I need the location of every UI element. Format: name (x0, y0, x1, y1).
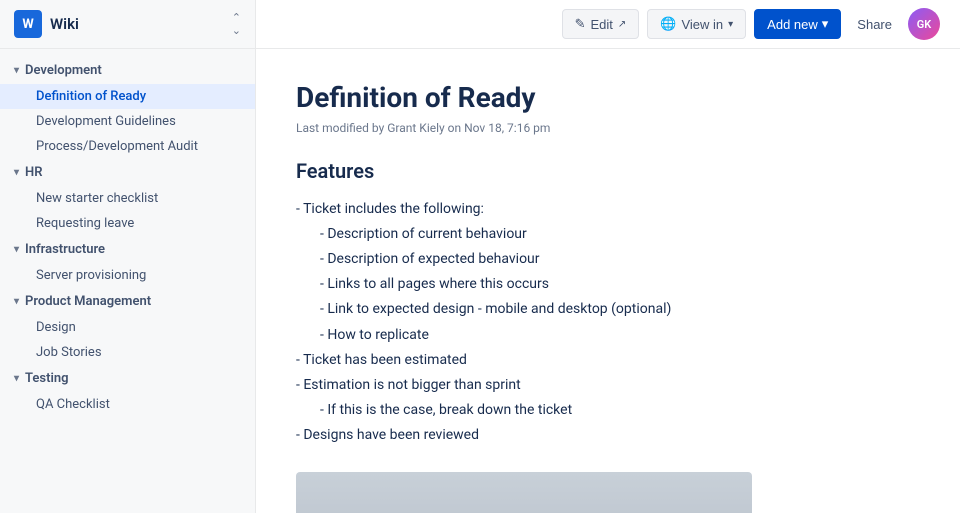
nav-group-hr: ▾ HR New starter checklist Requesting le… (0, 159, 255, 236)
sidebar-item-job-stories[interactable]: Job Stories (0, 340, 255, 365)
chevron-down-icon: ▾ (14, 244, 19, 255)
image-placeholder (296, 472, 752, 513)
share-button[interactable]: Share (849, 11, 900, 38)
nav-group-label-testing: Testing (25, 371, 68, 386)
features-heading: Features (296, 159, 920, 183)
list-item: - Link to expected design - mobile and d… (296, 297, 920, 322)
nav-group-infrastructure: ▾ Infrastructure Server provisioning (0, 236, 255, 288)
nav-group-testing: ▾ Testing QA Checklist (0, 365, 255, 417)
list-item: - Ticket has been estimated (296, 348, 920, 373)
sidebar-item-requesting-leave[interactable]: Requesting leave (0, 211, 255, 236)
chevron-down-icon: ▾ (14, 65, 19, 76)
nav-group-development: ▾ Development Definition of Ready Develo… (0, 57, 255, 159)
chevron-down-icon: ▾ (822, 16, 829, 32)
sidebar-item-server-provisioning[interactable]: Server provisioning (0, 263, 255, 288)
view-in-button[interactable]: 🌐 View in ▾ (647, 9, 746, 39)
list-item: - Description of expected behaviour (296, 247, 920, 272)
chevron-down-icon: ▾ (728, 19, 733, 30)
avatar-image: GK (908, 8, 940, 40)
sidebar: W Wiki ⌃⌄ ▾ Development Definition of Re… (0, 0, 256, 513)
edit-icon: ✎ (575, 16, 586, 32)
globe-icon: 🌐 (660, 16, 676, 32)
chevron-down-icon: ▾ (14, 373, 19, 384)
nav-group-header-infrastructure[interactable]: ▾ Infrastructure (0, 236, 255, 263)
sidebar-item-qa-checklist[interactable]: QA Checklist (0, 392, 255, 417)
nav-group-header-hr[interactable]: ▾ HR (0, 159, 255, 186)
sidebar-logo: W (14, 10, 42, 38)
nav-group-header-product-management[interactable]: ▾ Product Management (0, 288, 255, 315)
page-title: Definition of Ready (296, 81, 920, 115)
nav-group-label-development: Development (25, 63, 102, 78)
edit-button[interactable]: ✎ Edit ↗ (562, 9, 640, 39)
list-item: - Description of current behaviour (296, 222, 920, 247)
nav-group-product-management: ▾ Product Management Design Job Stories (0, 288, 255, 365)
nav-group-header-testing[interactable]: ▾ Testing (0, 365, 255, 392)
list-item: - Ticket includes the following: (296, 197, 920, 222)
sidebar-item-development-guidelines[interactable]: Development Guidelines (0, 109, 255, 134)
nav-group-label-hr: HR (25, 165, 42, 180)
sidebar-header: W Wiki ⌃⌄ (0, 0, 255, 49)
nav-group-label-infrastructure: Infrastructure (25, 242, 105, 257)
sidebar-item-design[interactable]: Design (0, 315, 255, 340)
sidebar-item-definition-of-ready[interactable]: Definition of Ready (0, 84, 255, 109)
list-item: - Designs have been reviewed (296, 423, 920, 448)
sidebar-title: Wiki (50, 15, 79, 33)
list-item: - How to replicate (296, 323, 920, 348)
nav-group-header-development[interactable]: ▾ Development (0, 57, 255, 84)
add-new-button[interactable]: Add new ▾ (754, 9, 841, 39)
sidebar-nav: ▾ Development Definition of Ready Develo… (0, 49, 255, 425)
main-content-area: ✎ Edit ↗ 🌐 View in ▾ Add new ▾ Share GK … (256, 0, 960, 513)
external-link-icon: ↗ (618, 19, 626, 30)
list-item: - Estimation is not bigger than sprint (296, 373, 920, 398)
sidebar-logo-area: W Wiki (14, 10, 79, 38)
top-toolbar: ✎ Edit ↗ 🌐 View in ▾ Add new ▾ Share GK (256, 0, 960, 49)
sidebar-collapse-icon[interactable]: ⌃⌄ (232, 11, 241, 37)
nav-group-label-product-management: Product Management (25, 294, 151, 309)
sidebar-item-process-development-audit[interactable]: Process/Development Audit (0, 134, 255, 159)
avatar[interactable]: GK (908, 8, 940, 40)
chevron-down-icon: ▾ (14, 296, 19, 307)
list-item: - Links to all pages where this occurs (296, 272, 920, 297)
page-content: Definition of Ready Last modified by Gra… (256, 49, 960, 513)
list-item: - If this is the case, break down the ti… (296, 398, 920, 423)
sidebar-item-new-starter-checklist[interactable]: New starter checklist (0, 186, 255, 211)
page-meta: Last modified by Grant Kiely on Nov 18, … (296, 121, 920, 135)
page-image (296, 472, 752, 513)
features-list: - Ticket includes the following: - Descr… (296, 197, 920, 449)
chevron-down-icon: ▾ (14, 167, 19, 178)
